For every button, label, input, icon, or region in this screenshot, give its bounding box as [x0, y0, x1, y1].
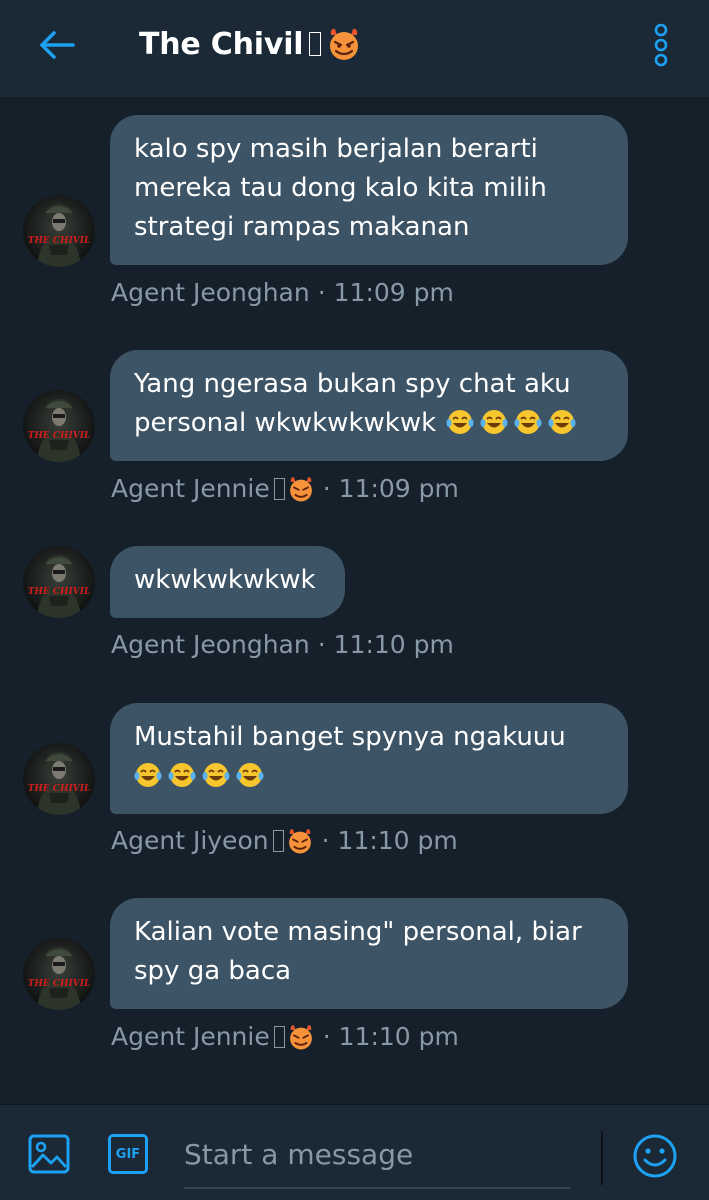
sender-name: Agent Jeonghan — [111, 630, 310, 659]
message-meta: Agent Jennie · 11:10 pm — [111, 1022, 459, 1051]
timestamp: 11:10 pm — [333, 630, 454, 659]
message-list[interactable]: kalo spy masih berjalan berarti mereka t… — [0, 100, 709, 1104]
message-bubble[interactable]: Mustahil banget spynya ngakuuu — [110, 703, 628, 814]
timestamp: 11:09 pm — [333, 278, 454, 307]
back-button[interactable] — [36, 28, 78, 62]
missing-glyph-box — [272, 829, 284, 852]
page-title: The Chivil — [139, 26, 304, 62]
conversation-title[interactable]: The Chivil — [139, 22, 362, 66]
image-icon — [28, 1134, 70, 1174]
avatar[interactable] — [23, 938, 95, 1010]
message-text: kalo spy masih berjalan berarti mereka t… — [134, 134, 547, 242]
message-text: Mustahil banget spynya ngakuuu — [134, 722, 566, 752]
smiling-devil-icon — [288, 828, 311, 853]
sender-name: Agent Jennie — [111, 474, 270, 503]
meta-separator: · — [321, 826, 330, 855]
gif-label: GIF — [115, 1146, 141, 1162]
message-input[interactable]: Start a message — [184, 1129, 570, 1189]
message-meta: Agent Jennie · 11:09 pm — [111, 474, 459, 503]
timestamp: 11:10 pm — [338, 1022, 459, 1051]
message-bubble[interactable]: Yang ngerasa bukan spy chat aku personal… — [110, 350, 628, 461]
avatar[interactable] — [23, 546, 95, 618]
chat-header: The Chivil — [0, 0, 709, 99]
vertical-dots-icon — [654, 23, 668, 67]
meta-separator: · — [317, 278, 326, 307]
sender-name: Agent Jeonghan — [111, 278, 310, 307]
avatar[interactable] — [23, 390, 95, 462]
add-image-button[interactable] — [26, 1131, 72, 1177]
more-options-button[interactable] — [644, 22, 678, 68]
timestamp: 11:09 pm — [338, 474, 459, 503]
tears-of-joy-icon — [446, 409, 577, 435]
missing-glyph-box — [309, 32, 322, 56]
message-text: wkwkwkwkwk — [134, 565, 316, 595]
meta-separator: · — [317, 630, 326, 659]
divider — [601, 1131, 603, 1185]
avatar[interactable] — [23, 195, 95, 267]
smiling-devil-icon — [289, 1024, 312, 1049]
laughing-emoji-group — [446, 408, 582, 448]
message-bubble[interactable]: kalo spy masih berjalan berarti mereka t… — [110, 115, 628, 265]
sender-name: Agent Jennie — [111, 1022, 270, 1051]
message-composer: GIF Start a message — [0, 1104, 709, 1200]
missing-glyph-box — [273, 1025, 285, 1048]
message-text: Kalian vote masing" personal, biar spy g… — [134, 917, 582, 986]
message-meta: Agent Jeonghan · 11:09 pm — [111, 278, 454, 307]
timestamp: 11:10 pm — [337, 826, 458, 855]
meta-separator: · — [322, 1022, 331, 1051]
message-bubble[interactable]: Kalian vote masing" personal, biar spy g… — [110, 898, 628, 1009]
laughing-emoji-group — [133, 761, 270, 801]
add-gif-button[interactable]: GIF — [106, 1132, 150, 1176]
gif-icon: GIF — [108, 1134, 148, 1174]
message-meta: Agent Jeonghan · 11:10 pm — [111, 630, 454, 659]
avatar[interactable] — [23, 743, 95, 815]
sender-name: Agent Jiyeon — [111, 826, 269, 855]
meta-separator: · — [322, 474, 331, 503]
message-bubble[interactable]: wkwkwkwkwk — [110, 546, 345, 618]
arrow-left-icon — [40, 31, 75, 59]
message-input-placeholder: Start a message — [184, 1138, 414, 1171]
message-meta: Agent Jiyeon · 11:10 pm — [111, 826, 458, 855]
smiling-devil-icon — [330, 28, 359, 60]
smiley-icon — [633, 1134, 677, 1178]
smiling-devil-icon — [289, 476, 312, 501]
emoji-button[interactable] — [630, 1131, 680, 1181]
tears-of-joy-icon — [133, 762, 265, 788]
missing-glyph-box — [273, 477, 285, 500]
